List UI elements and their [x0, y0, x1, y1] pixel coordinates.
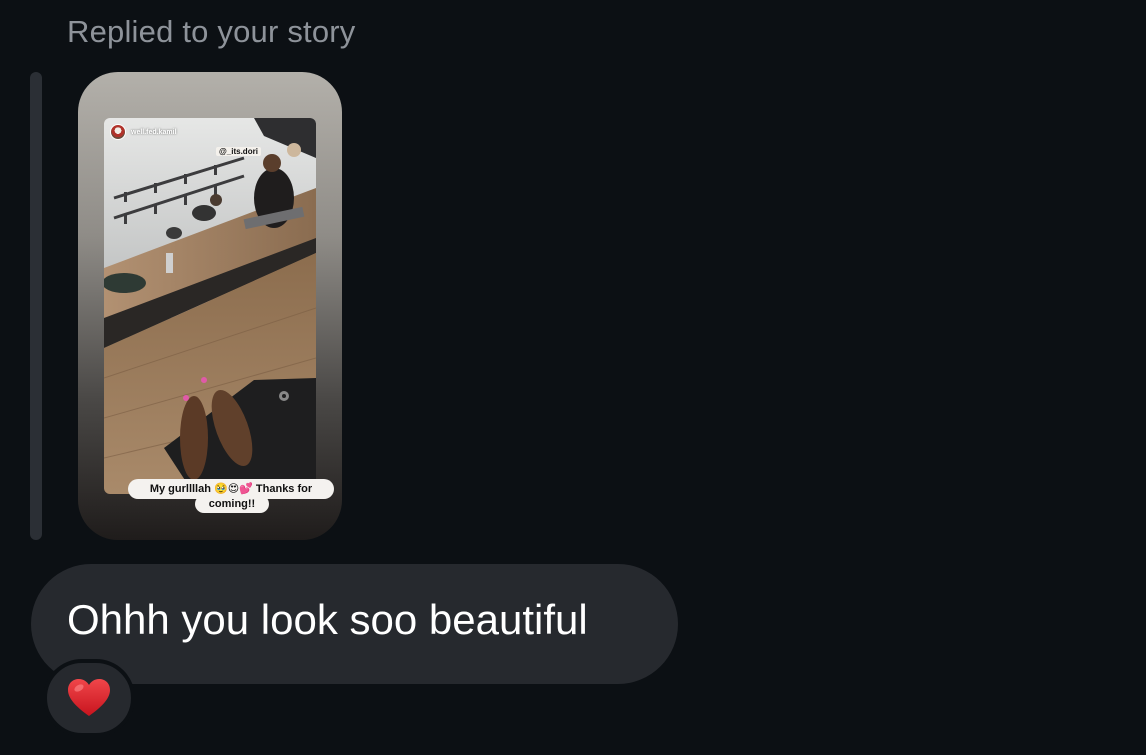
story-header: well.fed.kamil — [110, 124, 177, 140]
story-media: well.fed.kamil @_its.dori — [104, 118, 316, 494]
dm-thread-screen: Replied to your story well.fed.kamil @_i… — [0, 0, 1146, 755]
story-mention-sticker: @_its.dori — [216, 147, 261, 156]
red-heart-icon — [68, 679, 110, 716]
message-bubble[interactable]: Ohhh you look soo beautiful — [31, 564, 678, 684]
reply-context-label: Replied to your story — [67, 14, 356, 49]
story-preview-card[interactable]: well.fed.kamil @_its.dori My gurllllah 🥹… — [78, 72, 342, 540]
story-caption-line-2: coming!! — [195, 495, 269, 513]
reply-indicator-bar — [30, 72, 42, 540]
story-author-avatar — [110, 124, 126, 140]
story-author-username: well.fed.kamil — [131, 128, 177, 136]
message-reaction[interactable] — [43, 659, 135, 737]
story-photo — [104, 118, 316, 494]
message-text: Ohhh you look soo beautiful — [67, 596, 588, 643]
